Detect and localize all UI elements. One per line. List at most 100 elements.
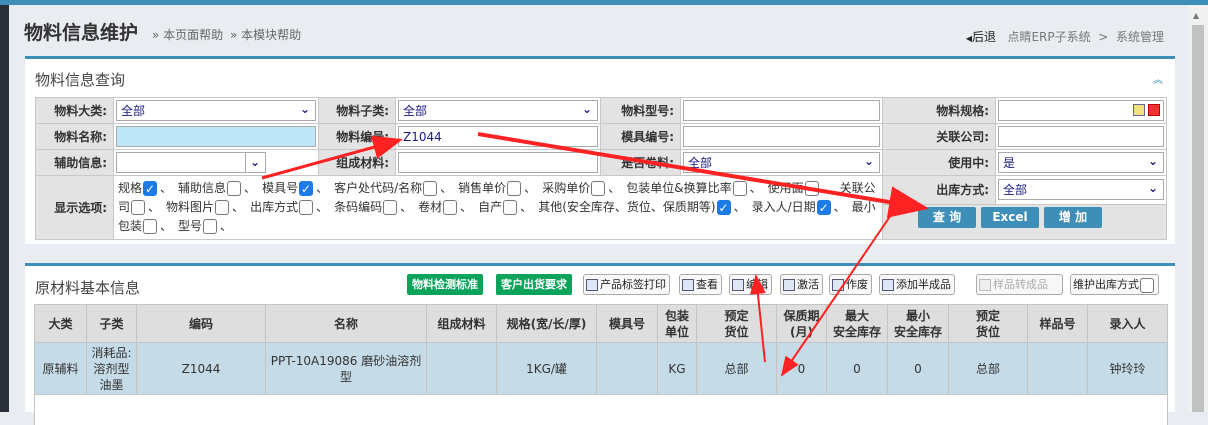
shipment-requirement-button[interactable]: 客户出货要求 [496,274,572,295]
inspect-standard-button[interactable]: 物料检测标准 [407,274,483,295]
column-header[interactable]: 预定 货位 [948,304,1028,343]
display-options: 规格 ✓、辅助信息、模具号 ✓、客户处代码/名称、销售单价、采购单价、包装单位&换算… [118,179,878,236]
add-button[interactable]: 增 加 [1044,206,1102,228]
column-header[interactable]: 规格(宽/长/厚) [496,304,597,343]
results-panel-title: 原材料基本信息 [35,279,141,297]
chevron-down-icon: ⌄ [299,102,310,116]
empty-area [34,394,1168,425]
column-header[interactable]: 最大 安全库存 [826,304,888,343]
sample-to-product-button[interactable]: 样品转成品 [976,274,1063,295]
add-semi-product-button[interactable]: 添加半成品 [879,274,955,295]
outbound-select[interactable]: 全部 ⌄ [998,179,1164,201]
table-row[interactable]: 原辅料 消耗品: 溶剂型 油墨 Z1044 PPT-10A19086 磨砂油溶剂型 1K… [34,342,1168,395]
subcategory-label: 物料子类: [318,97,396,124]
option-checkbox[interactable] [503,200,518,215]
edit-spec-icon[interactable] [1133,104,1145,116]
maintain-outbound-checkbox[interactable] [1140,277,1154,293]
column-header[interactable]: 样品号 [1027,304,1088,343]
scrollbar-thumb[interactable] [1192,25,1204,412]
aux-combobox[interactable]: ⌄ [116,152,266,173]
view-icon [682,279,694,291]
option-checkbox[interactable] [131,200,146,215]
option-checkbox[interactable] [383,200,398,215]
option-checkbox[interactable] [507,181,522,196]
edit-icon [732,279,744,291]
chevron-down-icon: ⌄ [863,154,874,168]
activate-text: 激活 [797,278,819,291]
material-input[interactable] [398,152,598,173]
option-checkbox[interactable]: ✓ [816,200,831,215]
column-header[interactable]: 模具号 [596,304,658,343]
category-label: 物料大类: [35,97,114,124]
column-header[interactable]: 大类 [34,304,87,343]
option-checkbox[interactable]: ✓ [299,181,314,196]
code-label: 物料编号: [318,123,396,150]
name-input[interactable] [116,126,316,147]
column-header[interactable]: 组成材料 [426,304,497,343]
chevron-down-icon[interactable]: ⌄ [244,153,260,172]
column-header[interactable]: 保质期 (月) [776,304,827,343]
scroll-up-icon[interactable]: ▲ [1193,11,1199,20]
add-semi-icon [882,279,894,291]
column-header[interactable]: 最小 安全库存 [887,304,949,343]
subcategory-select[interactable]: 全部 ⌄ [398,100,598,121]
separator: 、 [400,200,413,214]
table-cell: 总部 [948,342,1028,395]
void-button[interactable]: 作废 [829,274,872,295]
option-checkbox[interactable]: ✓ [716,200,731,215]
option-label: 出库方式 [250,200,299,214]
void-text: 作废 [846,278,868,291]
column-header[interactable]: 编码 [136,304,266,343]
model-input[interactable] [683,100,880,121]
column-header[interactable]: 预定 货位 [696,304,777,343]
table-cell [1027,342,1088,395]
maintain-outbound-button[interactable]: 维护出库方式 [1070,274,1159,295]
page-title: 物料信息维护 [24,22,139,44]
option-checkbox[interactable] [423,181,438,196]
option-checkbox[interactable] [227,181,242,196]
clear-spec-icon[interactable] [1148,104,1160,116]
spec-input[interactable] [998,100,1164,121]
option-checkbox[interactable] [299,200,314,215]
roll-select[interactable]: 全部 ⌄ [683,152,880,173]
inuse-select[interactable]: 是 ⌄ [998,152,1164,173]
collapse-icon[interactable]: ︽ [1153,71,1163,86]
back-link[interactable]: 后退 [972,30,996,44]
query-panel-title: 物料信息查询 [35,71,126,89]
option-checkbox[interactable] [215,200,230,215]
option-checkbox[interactable] [443,200,458,215]
option-label: 销售单价 [458,181,507,195]
option-label: 录入人/日期 [751,200,816,214]
column-header[interactable]: 名称 [265,304,427,343]
crumb-system[interactable]: 系统管理 [1116,30,1164,44]
view-button[interactable]: 查看 [679,274,722,295]
option-checkbox[interactable] [591,181,606,196]
print-label-button[interactable]: 产品标签打印 [583,274,670,295]
option-checkbox[interactable] [143,219,158,234]
separator: 、 [160,181,173,195]
edit-button[interactable]: 编辑 [729,274,772,295]
company-input[interactable] [998,126,1164,147]
mold-input[interactable] [683,126,880,147]
category-select[interactable]: 全部 ⌄ [116,100,316,121]
separator: 、 [440,181,453,195]
column-header[interactable]: 包装 单位 [657,304,697,343]
activate-button[interactable]: 激活 [780,274,823,295]
option-checkbox[interactable]: ✓ [143,181,158,196]
scrollbar[interactable]: ▲ [1188,5,1208,412]
option-checkbox[interactable] [203,219,218,234]
separator: 、 [733,200,746,214]
query-button[interactable]: 查 询 [918,206,976,228]
table-cell: 总部 [696,342,777,395]
module-help-link[interactable]: » 本模块帮助 [230,26,301,43]
column-header[interactable]: 子类 [86,304,137,343]
excel-button[interactable]: Excel [981,206,1039,228]
page-help-link[interactable]: » 本页面帮助 [152,26,223,43]
option-checkbox[interactable] [732,181,747,196]
crumb-erp[interactable]: 点睛ERP子系统 [1007,30,1090,44]
column-header[interactable]: 录入人 [1087,304,1168,343]
option-checkbox[interactable] [804,181,819,196]
code-input[interactable]: Z1044 [398,126,598,147]
table-cell: 1KG/罐 [496,342,597,395]
mold-label: 模具编号: [600,123,681,150]
